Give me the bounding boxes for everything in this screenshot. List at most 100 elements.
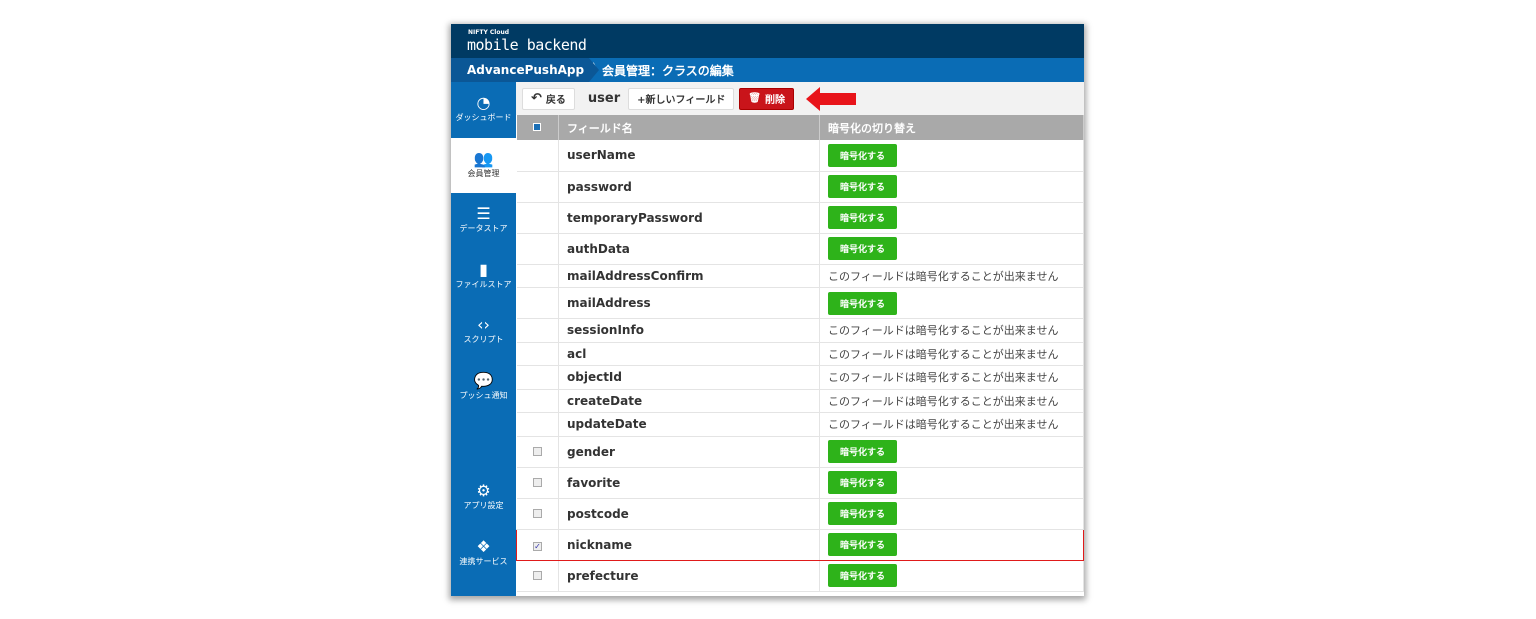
field-name: updateDate: [558, 412, 820, 437]
sidebar-item-1[interactable]: 👥 会員管理: [451, 137, 516, 193]
encryption-cell: このフィールドは暗号化することが出来ません: [819, 264, 1084, 288]
sidebar-item-label: ダッシュボード: [455, 113, 512, 122]
checkbox-cell: [516, 412, 559, 437]
row-checkbox[interactable]: [532, 570, 542, 580]
checkbox-cell: [516, 498, 559, 530]
sidebar-item-8[interactable]: ❖ 連携サービス: [451, 526, 516, 582]
class-name: user: [587, 91, 621, 106]
app-name: AdvancePushApp: [467, 63, 585, 77]
field-name: nickname: [558, 528, 820, 561]
file-icon: ▮: [479, 259, 488, 279]
checkbox-cell: [516, 342, 559, 366]
encryption-cell: このフィールドは暗号化することが出来ません: [819, 342, 1084, 366]
checkbox-cell: [516, 287, 559, 319]
fields-table: フィールド名 暗号化の切り替え userName 暗号化する password 暗号化…: [516, 115, 1084, 592]
checkbox-cell: [516, 171, 559, 203]
field-name: objectId: [558, 365, 820, 390]
table-row: gender 暗号化する: [516, 436, 1084, 468]
new-field-button[interactable]: +新しいフィールド: [628, 87, 735, 110]
sidebar-item-4[interactable]: ‹› スクリプト: [451, 304, 516, 360]
back-arrow-icon: ↶: [531, 91, 542, 106]
field-name: userName: [558, 140, 820, 172]
field-name: password: [558, 171, 820, 203]
encryption-cell: 暗号化する: [819, 528, 1084, 561]
brand-logo[interactable]: mobile backend: [467, 36, 587, 54]
field-name: mailAddress: [558, 287, 820, 319]
page-title: 会員管理：クラスの編集: [602, 63, 734, 78]
app-selector[interactable]: AdvancePushApp ▲ ▼: [451, 58, 599, 82]
encryption-cell: このフィールドは暗号化することが出来ません: [819, 318, 1084, 343]
sidebar-item-2[interactable]: ☰ データストア: [451, 193, 516, 249]
encrypt-button[interactable]: 暗号化する: [828, 291, 898, 315]
sidebar-item-3[interactable]: ▮ ファイルストア: [451, 249, 516, 305]
encryption-cell: 暗号化する: [819, 287, 1084, 319]
not-encryptable-text: このフィールドは暗号化することが出来ません: [828, 347, 1059, 361]
row-checkbox[interactable]: [532, 477, 542, 487]
field-name: mailAddressConfirm: [558, 264, 820, 288]
table-row: userName 暗号化する: [516, 140, 1084, 172]
sidebar-item-label: アプリ設定: [463, 501, 504, 510]
column-header-field-name: フィールド名: [558, 115, 820, 140]
encrypt-button[interactable]: 暗号化する: [828, 175, 898, 198]
table-row: ✓ nickname 暗号化する: [516, 528, 1084, 561]
not-encryptable-text: このフィールドは暗号化することが出来ません: [828, 394, 1059, 408]
gear-icon: ⚙: [476, 481, 491, 500]
encrypt-button[interactable]: 暗号化する: [828, 502, 898, 525]
sidebar-item-label: スクリプト: [463, 335, 504, 344]
column-header-encryption: 暗号化の切り替え: [819, 115, 1084, 140]
encrypt-button[interactable]: 暗号化する: [828, 533, 898, 556]
row-checkbox[interactable]: ✓: [533, 541, 542, 551]
chat-icon: 💬: [473, 370, 494, 390]
checkbox-cell: [516, 365, 559, 390]
table-row: mailAddress 暗号化する: [516, 287, 1084, 319]
encryption-cell: 暗号化する: [819, 140, 1084, 172]
cubes-icon: ❖: [476, 536, 491, 556]
table-row: favorite 暗号化する: [516, 467, 1084, 499]
delete-button[interactable]: 🗑 削除: [739, 87, 795, 110]
sidebar-item-0[interactable]: ◔ ダッシュボード: [451, 82, 516, 138]
checkbox-cell: [516, 264, 559, 288]
delete-label: 削除: [765, 95, 786, 106]
sidebar-item-label: 会員管理: [467, 168, 500, 178]
main-content: ↶ 戻る user +新しいフィールド 🗑 削除 フィールド名 暗号化の切り替え u…: [516, 82, 1084, 596]
encrypt-button[interactable]: 暗号化する: [828, 143, 898, 167]
encryption-cell: 暗号化する: [819, 202, 1084, 234]
field-name: createDate: [558, 389, 820, 413]
sidebar-item-label: プッシュ通知: [459, 390, 508, 400]
field-name: prefecture: [558, 560, 820, 592]
encryption-cell: 暗号化する: [819, 467, 1084, 499]
table-row: sessionInfo このフィールドは暗号化することが出来ません: [516, 318, 1084, 343]
table-row: mailAddressConfirm このフィールドは暗号化することが出来ません: [516, 264, 1084, 288]
field-name: acl: [558, 342, 820, 366]
select-all-checkbox[interactable]: [516, 115, 559, 140]
sidebar-item-label: ファイルストア: [455, 279, 512, 289]
table-row: objectId このフィールドは暗号化することが出来ません: [516, 365, 1084, 390]
checkbox-cell: [516, 436, 559, 468]
encrypt-button[interactable]: 暗号化する: [828, 471, 898, 494]
back-button[interactable]: ↶ 戻る: [522, 87, 575, 110]
table-row: acl このフィールドは暗号化することが出来ません: [516, 342, 1084, 366]
sidebar-item-5[interactable]: 💬 プッシュ通知: [451, 360, 516, 416]
database-icon: ☰: [476, 204, 491, 223]
field-name: postcode: [558, 498, 820, 530]
sort-icon: ▲ ▼: [590, 61, 598, 78]
sidebar-item-7[interactable]: ⚙ アプリ設定: [451, 470, 516, 526]
row-checkbox[interactable]: [532, 508, 542, 518]
checkbox-cell: [516, 318, 559, 343]
field-name: gender: [558, 436, 820, 468]
red-arrow-annotation: [806, 86, 857, 111]
table-row: updateDate このフィールドは暗号化することが出来ません: [516, 412, 1084, 437]
row-checkbox[interactable]: [532, 446, 542, 456]
gauge-icon: ◔: [476, 93, 491, 112]
encryption-cell: 暗号化する: [819, 436, 1084, 468]
encrypt-button[interactable]: 暗号化する: [828, 237, 898, 260]
back-label: 戻る: [545, 95, 566, 106]
sidebar-item-label: 連携サービス: [459, 556, 508, 566]
users-icon: 👥: [473, 148, 494, 168]
encrypt-button[interactable]: 暗号化する: [828, 564, 898, 587]
encrypt-button[interactable]: 暗号化する: [828, 440, 898, 463]
encrypt-button[interactable]: 暗号化する: [828, 206, 898, 229]
sidebar-item-label: データストア: [459, 224, 508, 233]
not-encryptable-text: このフィールドは暗号化することが出来ません: [828, 418, 1059, 432]
